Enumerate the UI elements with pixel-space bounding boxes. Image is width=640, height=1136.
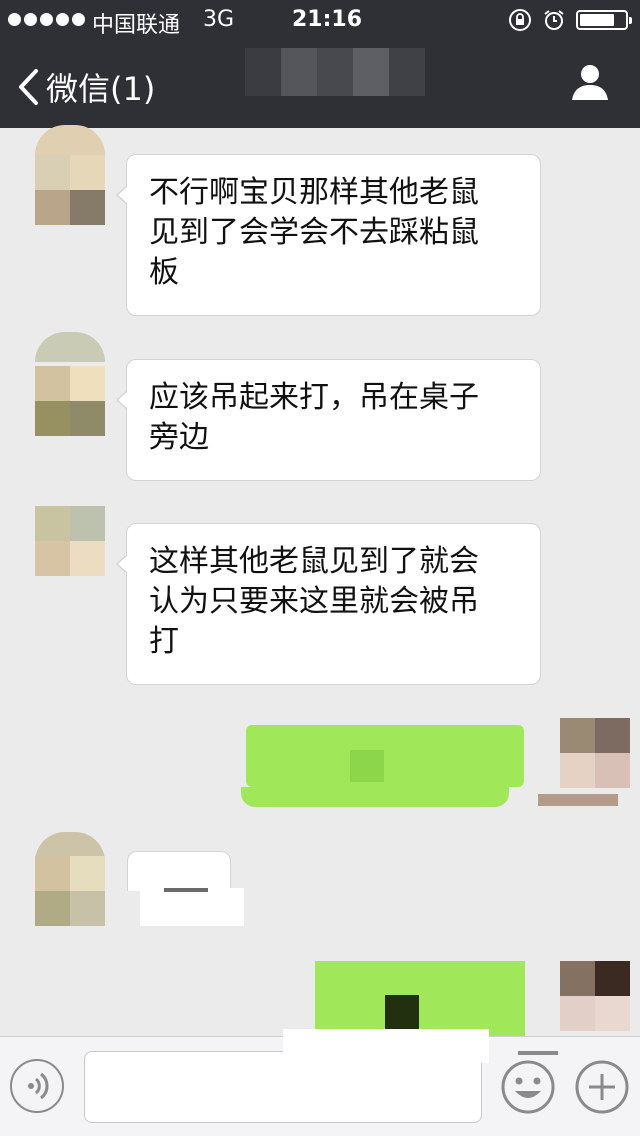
sent-message-bubble-pixelated[interactable] (315, 961, 525, 1036)
person-icon (572, 65, 608, 100)
message-text: 应该吊起来打，吊在桌子 旁边 (149, 380, 479, 455)
battery-icon (576, 10, 632, 30)
chat-info-button[interactable] (570, 62, 610, 106)
status-icons (508, 8, 632, 32)
pixel-fragment (283, 1029, 489, 1063)
plus-icon (575, 1060, 629, 1114)
received-message-bubble[interactable]: 不行啊宝贝那样其他老鼠 见到了会学会不去踩粘鼠 板 (116, 154, 541, 316)
network-type: 3G (203, 7, 235, 32)
message-text: 这样其他老鼠见到了就会 认为只要来这里就会被吊 打 (149, 544, 479, 659)
contact-avatar[interactable] (35, 366, 105, 436)
chat-title-pixelated (245, 48, 425, 96)
input-bar (0, 1029, 640, 1136)
signal-strength-icon (8, 13, 85, 26)
voice-button[interactable] (10, 1059, 64, 1113)
avatar-pixel-fragment (35, 125, 105, 155)
chat-screen: 中国联通 3G 21:16 微信(1) 不行啊宝贝那样其他老鼠 见到了会学会不去… (0, 0, 640, 1136)
carrier-name: 中国联通 (92, 13, 181, 38)
received-message-bubble[interactable]: 应该吊起来打，吊在桌子 旁边 (116, 359, 541, 481)
received-message-bubble-pixelated[interactable] (127, 851, 231, 891)
more-options-button[interactable] (574, 1059, 630, 1115)
received-message-bubble[interactable]: 这样其他老鼠见到了就会 认为只要来这里就会被吊 打 (116, 523, 541, 685)
avatar-pixel-fragment (35, 332, 105, 362)
bubble-pixel-fragment (140, 888, 244, 926)
rotation-lock-icon (509, 9, 531, 31)
back-label: 微信(1) (46, 70, 156, 108)
contact-avatar[interactable] (35, 856, 105, 926)
sent-message-bubble-pixelated[interactable] (246, 725, 524, 787)
my-avatar[interactable] (560, 718, 630, 788)
nav-bar: 微信(1) (0, 40, 640, 128)
emoji-button[interactable] (500, 1051, 558, 1115)
emoji-icon (501, 1060, 555, 1114)
chevron-left-icon (19, 69, 38, 105)
contact-avatar[interactable] (35, 506, 105, 576)
sent-message-bubble-fragment (241, 787, 509, 807)
voice-icon (28, 1072, 49, 1100)
pixel-fragment (518, 1051, 558, 1055)
message-text: 不行啊宝贝那样其他老鼠 见到了会学会不去踩粘鼠 板 (149, 175, 479, 290)
contact-avatar[interactable] (35, 155, 105, 225)
back-button[interactable]: 微信(1) (16, 64, 155, 110)
avatar-pixel-fragment (538, 794, 618, 806)
my-avatar[interactable] (560, 961, 630, 1031)
status-bar: 中国联通 3G 21:16 (0, 0, 640, 40)
alarm-icon (544, 10, 564, 30)
status-time: 21:16 (292, 7, 363, 32)
